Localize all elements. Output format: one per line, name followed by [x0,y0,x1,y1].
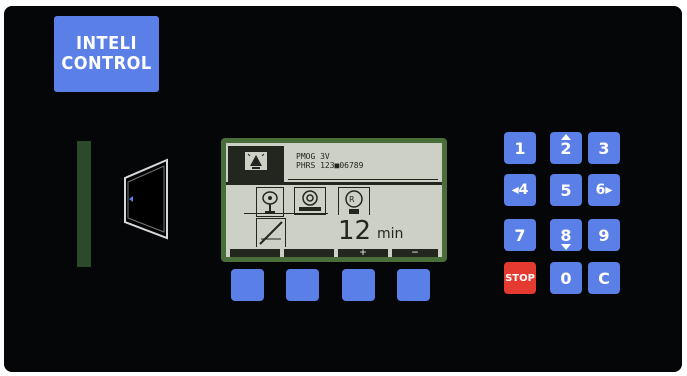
softkey-plus-button[interactable] [342,269,375,301]
arrow-down-icon [561,244,571,250]
softkey-label-bar: + − [226,247,442,258]
softkey-label-minus: − [392,249,438,258]
key-6-button[interactable]: 6▸ [588,174,620,206]
logo-line-2: CONTROL [61,53,152,74]
arrow-up-icon [561,134,571,140]
stop-button[interactable]: STOP [504,262,536,294]
softkey-1-button[interactable] [231,269,264,301]
softkey-2-button[interactable] [286,269,319,301]
key-9-button[interactable]: 9 [588,219,620,251]
key-7-button[interactable]: 7 [504,219,536,251]
control-panel: INTELI CONTROL PMOG 3V PHRS 123■06789 R … [4,6,682,372]
lcd-divider [226,182,442,185]
lcd-header-line-2: PHRS 123■06789 [296,161,364,170]
siren-icon [245,152,267,170]
status-led-bar [77,141,91,267]
lcd-header-text: PMOG 3V PHRS 123■06789 [288,149,438,180]
inteli-control-logo: INTELI CONTROL [54,16,159,92]
clear-button[interactable]: C [588,262,620,294]
softkey-label-1 [230,249,280,257]
key-4-button[interactable]: ◂4 [504,174,536,206]
timer-icon: R [338,187,370,217]
key-1-button[interactable]: 1 [504,132,536,164]
lcd-header-line-1: PMOG 3V [296,152,330,161]
softkey-label-2 [284,249,334,257]
key-0-button[interactable]: 0 [550,262,582,294]
lcd-header-bar: PMOG 3V PHRS 123■06789 [226,146,442,182]
key-3-button[interactable]: 3 [588,132,620,164]
value-box: 12 min [333,215,442,247]
svg-text:R: R [349,195,355,204]
softkey-label-plus: + [338,249,388,258]
disabled-slash-icon [256,218,286,248]
logo-line-1: INTELI [75,33,138,54]
lcd-bezel: PMOG 3V PHRS 123■06789 R 12 min + − [221,138,447,262]
speaker-grid-icon [294,187,326,215]
lcd-screen: PMOG 3V PHRS 123■06789 R 12 min + − [226,143,442,258]
lcd-inner-line [244,213,328,214]
value-number: 12 [338,216,372,246]
softkey-minus-button[interactable] [397,269,430,301]
value-unit: min [377,226,404,242]
lcd-header-icon-box [228,146,284,182]
key-5-button[interactable]: 5 [550,174,582,206]
menu-key[interactable] [119,158,171,240]
